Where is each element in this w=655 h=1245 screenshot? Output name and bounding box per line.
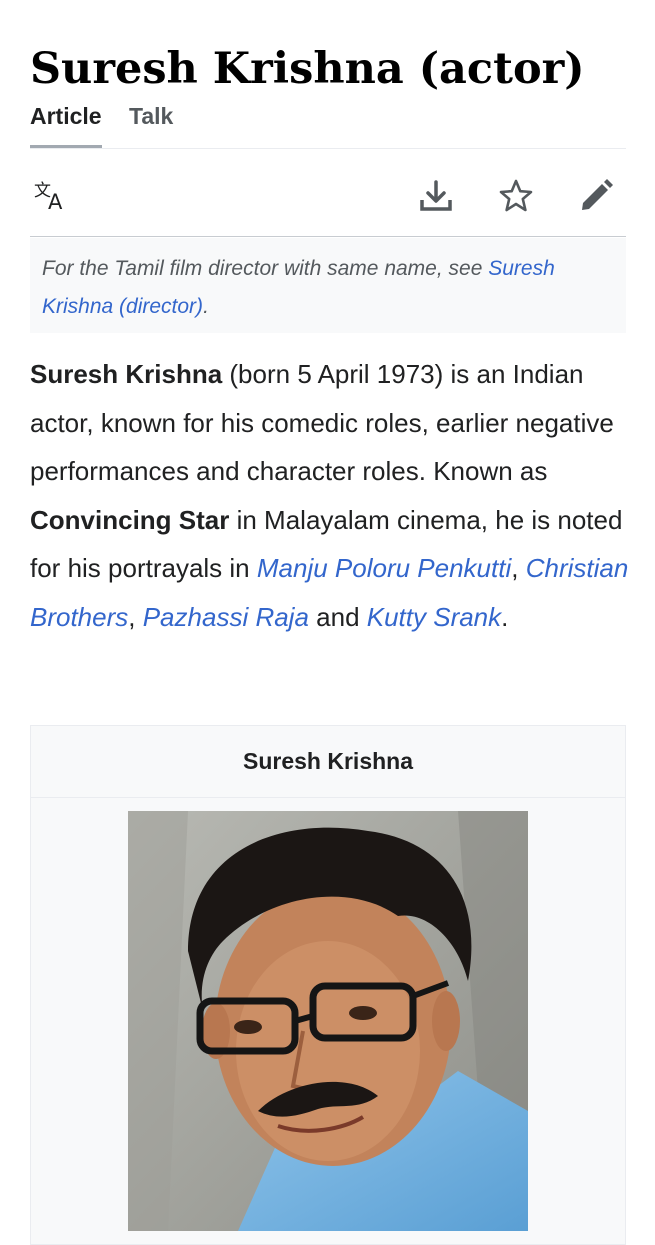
portrait-photo[interactable] [128,811,528,1231]
star-icon[interactable] [494,174,538,218]
language-icon[interactable]: 文 A [30,174,74,218]
separator: and [308,601,367,632]
film-link-kutty-srank[interactable]: Kutty Srank [367,602,501,632]
lead-paragraph: Suresh Krishna (born 5 April 1973) is an… [30,350,630,641]
separator: , [511,553,526,583]
subject-name: Suresh Krishna [30,359,223,389]
edit-icon[interactable] [574,174,618,218]
separator: , [128,601,143,632]
film-link-manju-poloru-penkutti[interactable]: Manju Poloru Penkutti [257,553,511,583]
svg-text:A: A [48,190,63,214]
hatnote-text: For the Tamil film director with same na… [42,257,489,280]
page-actions-toolbar: 文 A [30,168,626,237]
download-icon[interactable] [414,174,458,218]
page-title: Suresh Krishna (actor) [30,43,585,94]
hatnote-end: . [203,295,209,318]
hatnote: For the Tamil film director with same na… [30,238,626,333]
namespace-tabs: Article Talk [30,100,626,149]
nickname: Convincing Star [30,504,230,535]
infobox-title: Suresh Krishna [31,726,625,798]
lead-end: . [501,601,509,632]
tab-talk[interactable]: Talk [129,100,173,146]
tab-article[interactable]: Article [30,100,102,148]
infobox: Suresh Krishna [30,725,626,1245]
film-link-pazhassi-raja[interactable]: Pazhassi Raja [143,602,309,632]
